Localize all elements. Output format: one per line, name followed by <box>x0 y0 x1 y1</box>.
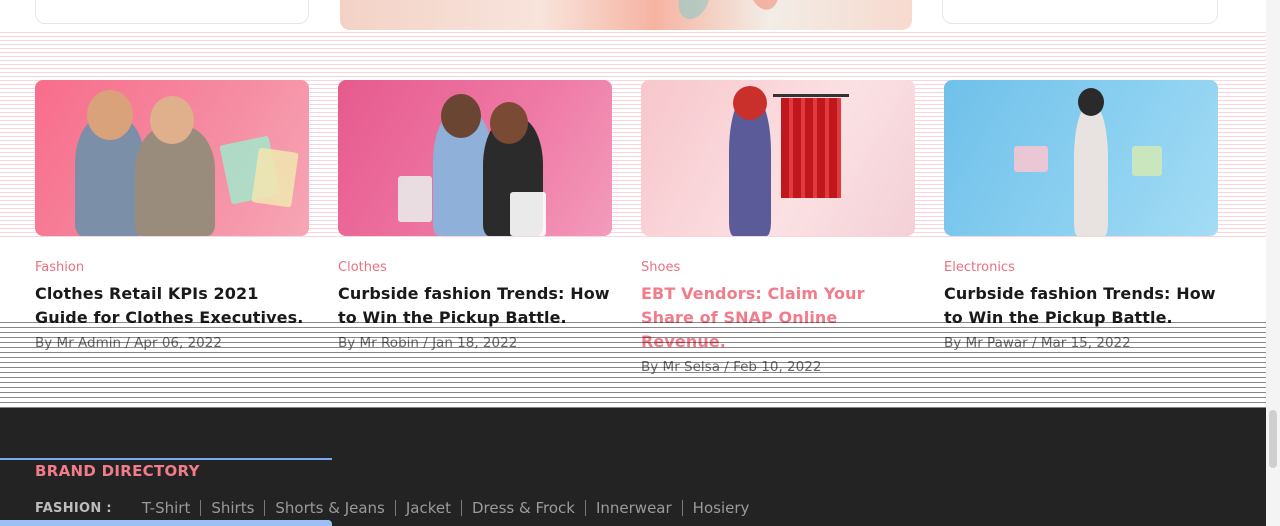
person-head <box>490 102 528 144</box>
top-card-1 <box>35 0 309 24</box>
brand-link-hosiery[interactable]: Hosiery <box>683 500 760 516</box>
blog-image[interactable] <box>944 80 1218 236</box>
top-card-4 <box>942 0 1218 24</box>
leaf-decoration <box>672 0 716 25</box>
clothes-on-rack <box>781 98 841 198</box>
post-category[interactable]: Fashion <box>35 260 309 276</box>
post-meta: By Mr Pawar / Mar 15, 2022 <box>944 335 1131 351</box>
post-category[interactable]: Shoes <box>641 260 915 276</box>
footer-divider <box>0 458 332 460</box>
blog-image[interactable] <box>35 80 309 236</box>
shopping-bag <box>1014 146 1048 172</box>
clothes-rack <box>773 94 849 97</box>
brand-directory-heading: BRAND DIRECTORY <box>35 462 200 480</box>
post-title[interactable]: Curbside fashion Trends: How to Win the … <box>944 282 1218 330</box>
brand-link-shorts-jeans[interactable]: Shorts & Jeans <box>265 500 396 516</box>
person-head <box>87 90 133 140</box>
brand-link-shirts[interactable]: Shirts <box>201 500 266 516</box>
page-scrollbar[interactable] <box>1266 0 1280 526</box>
post-category[interactable]: Clothes <box>338 260 612 276</box>
shopping-bag <box>1132 146 1162 176</box>
person-head <box>150 96 194 144</box>
fashion-brand-row: FASHION : T-Shirt Shirts Shorts & Jeans … <box>35 500 759 516</box>
brand-link-jacket[interactable]: Jacket <box>396 500 462 516</box>
person-figure <box>1074 106 1108 236</box>
post-category[interactable]: Electronics <box>944 260 1218 276</box>
post-title[interactable]: Clothes Retail KPIs 2021 Guide for Cloth… <box>35 282 309 330</box>
scrollbar-thumb[interactable] <box>1269 410 1277 468</box>
brand-link-dress-frock[interactable]: Dress & Frock <box>462 500 586 516</box>
top-previous-row <box>0 0 1280 30</box>
brand-link-tshirt[interactable]: T-Shirt <box>132 500 202 516</box>
post-meta: By Mr Robin / Jan 18, 2022 <box>338 335 518 351</box>
fashion-label: FASHION : <box>35 500 112 516</box>
post-meta: By Mr Selsa / Feb 10, 2022 <box>641 359 822 375</box>
blog-card[interactable]: Shoes EBT Vendors: Claim Your Share of S… <box>641 80 915 376</box>
top-hero-banner[interactable] <box>340 0 912 30</box>
post-title[interactable]: EBT Vendors: Claim Your Share of SNAP On… <box>641 282 915 354</box>
shopping-bag <box>510 192 546 236</box>
shopping-bag <box>398 176 432 222</box>
person-head <box>1078 88 1104 116</box>
blog-card[interactable]: Electronics Curbside fashion Trends: How… <box>944 80 1218 352</box>
blog-card[interactable]: Clothes Curbside fashion Trends: How to … <box>338 80 612 352</box>
blog-image[interactable] <box>641 80 915 236</box>
post-meta: By Mr Admin / Apr 06, 2022 <box>35 335 222 351</box>
blog-card[interactable]: Fashion Clothes Retail KPIs 2021 Guide f… <box>35 80 309 352</box>
post-title[interactable]: Curbside fashion Trends: How to Win the … <box>338 282 612 330</box>
brand-link-innerwear[interactable]: Innerwear <box>586 500 683 516</box>
blog-image[interactable] <box>338 80 612 236</box>
person-head <box>441 94 481 138</box>
footer-accent-bar <box>0 520 332 526</box>
shopping-bag <box>251 147 299 208</box>
person-head <box>733 86 767 120</box>
site-footer: BRAND DIRECTORY FASHION : T-Shirt Shirts… <box>0 408 1280 526</box>
leaf-decoration <box>745 0 783 13</box>
blog-grid: Fashion Clothes Retail KPIs 2021 Guide f… <box>35 80 1220 375</box>
